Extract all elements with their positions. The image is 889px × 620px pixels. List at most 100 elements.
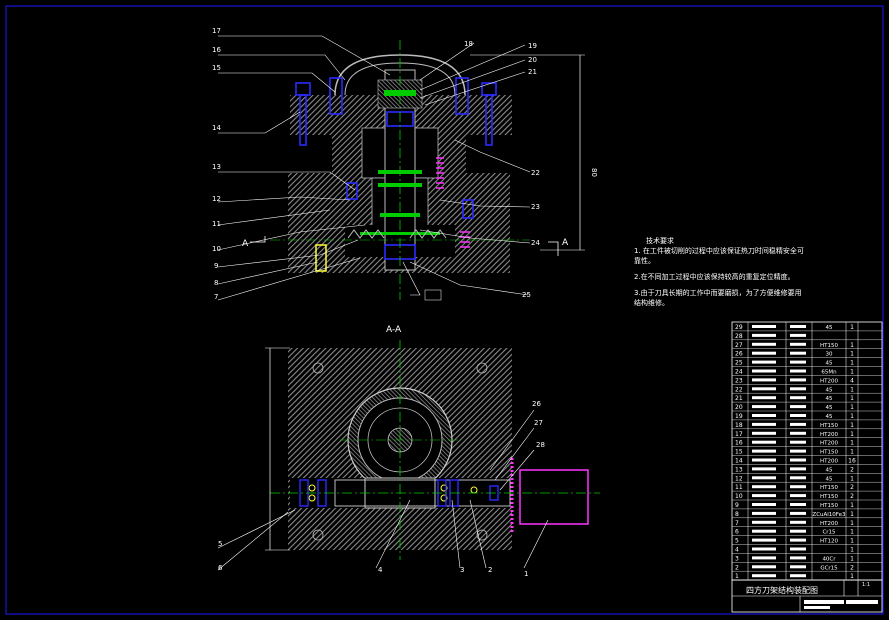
parts-table-row: 5 HT120 1 [735,538,854,545]
part-number: 26 [735,351,743,358]
part-name-block [752,494,776,498]
parts-table-row: 15 HT150 1 [735,449,854,456]
label-22: 22 [531,169,540,177]
part-code-block [790,538,806,542]
part-material: Cr15 [822,530,836,536]
part-quantity: 1 [850,431,854,438]
cad-drawing-sheet: 17 16 15 14 13 12 11 10 9 8 7 18 19 20 2… [5,5,884,615]
part-number: 7 [735,520,739,527]
parts-table-row: 9 HT150 1 [735,502,854,509]
parts-table-row: 7 HT200 1 [735,520,854,527]
part-quantity: 1 [850,502,854,509]
part-material: 45 [826,467,833,473]
part-name-block [752,467,776,471]
label-28: 28 [536,441,545,449]
part-material: HT150 [820,450,838,456]
label-27: 27 [534,419,543,427]
part-code-block [790,503,806,506]
part-code-block [790,396,806,400]
part-name-block [752,378,776,382]
note-3: 3.由于刀具长期的工作中而要磨损，为了方便维修要用结构维修。 [634,289,802,307]
part-quantity: 2 [850,484,854,491]
parts-list-table: 29 45 12827 HT150 126 30 125 45 124 65Mn 123 HT200 4… [731,321,883,581]
part-quantity: 1 [850,342,854,349]
label-10: 10 [212,245,221,253]
note-1: 1. 在工件被切削的过程中应该保证热刀时间稳精安全可靠性。 [634,247,804,265]
section-mark-right: A [562,238,569,248]
part-number: 23 [735,377,743,384]
part-name-block [752,520,776,524]
part-name-block [752,396,776,400]
part-name-block [752,485,776,489]
part-quantity: 1 [850,404,854,411]
part-number: 29 [735,324,743,331]
part-code-block [790,458,806,462]
part-name-block [752,369,776,373]
part-number: 15 [735,449,743,456]
part-quantity: 1 [850,449,854,456]
part-material: 45 [826,396,833,402]
label-17: 17 [212,27,221,35]
part-number: 24 [735,369,743,376]
parts-table-row: 8 ZCuAl10Fe3 1 [735,511,854,518]
parts-table-row: 6 Cr15 1 [735,529,854,536]
part-quantity: 2 [850,466,854,473]
parts-table-row: 41 [735,547,854,554]
part-name-block [752,431,776,435]
label-5: 5 [218,540,222,548]
label-21: 21 [528,68,537,76]
label-2: 2 [488,566,492,574]
scale-text: 1:1 [862,582,870,588]
part-code-block [790,574,806,578]
part-material: HT200 [820,432,838,438]
part-quantity: 1 [850,520,854,527]
label-23: 23 [531,203,540,211]
part-name-block [752,565,776,569]
part-name-block [752,511,776,515]
part-code-block [790,369,806,373]
label-14: 14 [212,124,221,132]
part-quantity: 1 [850,475,854,482]
part-material: 40Cr [822,556,836,562]
label-24: 24 [531,239,540,247]
title-block: 1:1 四方刀架结构装配图 [731,579,883,613]
label-26: 26 [532,400,541,408]
part-quantity: 1 [850,369,854,376]
part-material: HT150 [820,485,838,491]
part-code-block [790,449,806,453]
part-name-block [752,360,776,364]
part-quantity: 1 [850,360,854,367]
part-number: 14 [735,458,743,465]
part-number: 1 [735,573,739,580]
dimension-80: 80 [590,168,598,177]
part-number: 5 [735,538,739,545]
part-code-block [790,414,806,417]
part-quantity: 1 [850,395,854,402]
part-number: 19 [735,413,743,420]
part-number: 21 [735,395,743,402]
part-code-block [790,431,806,435]
parts-table-row: 13 45 2 [735,466,854,473]
part-material: 30 [826,352,833,358]
part-name-block [752,387,776,391]
label-1: 1 [524,570,528,578]
part-name-block [752,351,776,355]
part-material: HT200 [820,441,838,447]
part-code-block [790,440,806,444]
label-11: 11 [212,220,221,228]
part-name-block [752,547,776,551]
part-number: 22 [735,386,743,393]
label-4: 4 [378,566,383,574]
label-6: 6 [218,564,223,572]
parts-table-row: 16 HT200 1 [735,440,854,447]
part-number: 25 [735,360,743,367]
part-name-block [752,414,776,417]
part-name-block [752,325,776,328]
part-material: 45 [826,361,833,367]
label-7: 7 [214,293,218,301]
part-quantity: 1 [850,422,854,429]
part-quantity: 1 [850,324,854,331]
parts-table-row: 10 HT150 2 [735,493,854,500]
part-material: 45 [826,405,833,411]
parts-table-row: 26 30 1 [735,351,854,358]
